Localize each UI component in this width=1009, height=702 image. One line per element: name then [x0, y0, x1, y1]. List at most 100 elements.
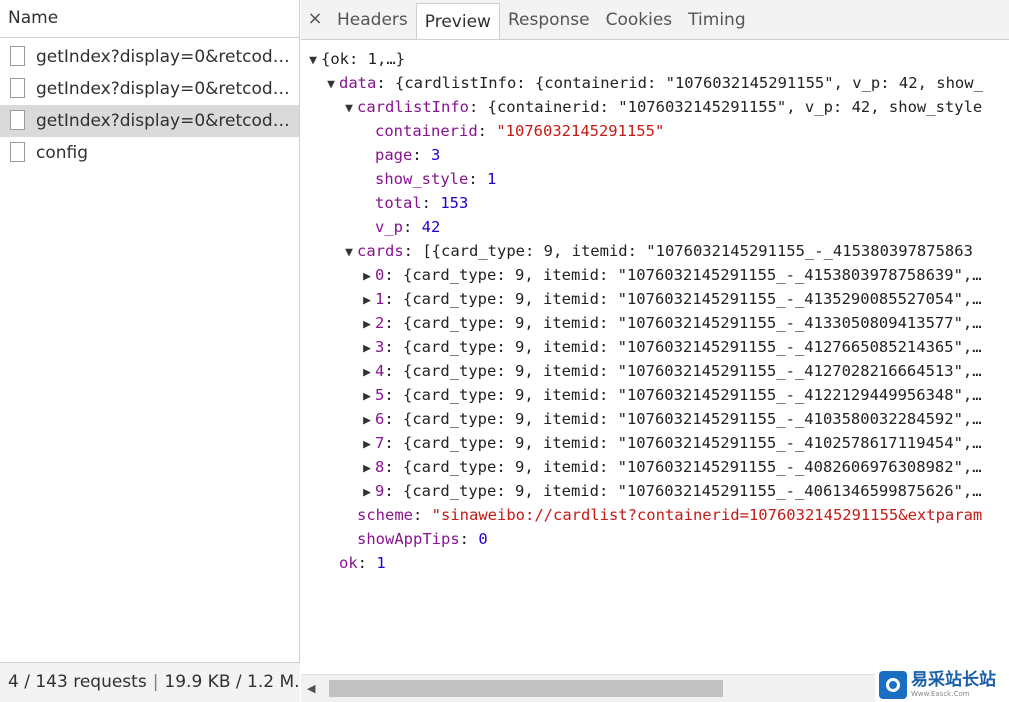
file-icon — [10, 78, 25, 98]
json-text: : — [403, 218, 422, 236]
request-name: getIndex?display=0&retcode=... — [36, 47, 299, 67]
scrollbar-thumb[interactable] — [329, 680, 723, 697]
json-key: containerid — [375, 122, 478, 140]
request-count: 4 / 143 requests — [8, 672, 147, 692]
watermark: 易采站长站 Www.Easck.Com — [875, 668, 1009, 702]
details-tabbar: × Headers Preview Response Cookies Timing — [301, 0, 1009, 40]
json-text: : {card_type: 9, itemid: "10760321452911… — [384, 362, 982, 380]
transfer-size: 19.9 KB / 1.2 M... — [164, 672, 300, 692]
json-preview: ▼ {ok: 1,…} ▼ data: {cardlistInfo: {contain… — [301, 40, 1009, 674]
details-panel: × Headers Preview Response Cookies Timing ▼{… — [301, 0, 1009, 702]
json-key: 9 — [375, 482, 385, 500]
tab-response[interactable]: Response — [500, 0, 598, 39]
json-line[interactable]: ▶ 8: {card_type: 9, itemid: "107603214529… — [301, 455, 1009, 479]
watermark-text: 易采站长站 — [911, 670, 996, 690]
expand-right-icon[interactable]: ▶ — [359, 337, 375, 361]
json-line[interactable]: ▶ 5: {card_type: 9, itemid: "107603214529… — [301, 383, 1009, 407]
json-text: : — [468, 170, 487, 188]
json-key: 8 — [375, 458, 385, 476]
tab-timing[interactable]: Timing — [680, 0, 753, 39]
json-line[interactable]: ▶ 6: {card_type: 9, itemid: "107603214529… — [301, 407, 1009, 431]
json-line[interactable]: ▶ 3: {card_type: 9, itemid: "107603214529… — [301, 335, 1009, 359]
expand-right-icon[interactable]: ▶ — [359, 457, 375, 481]
json-line[interactable]: ▶ 9: {card_type: 9, itemid: "107603214529… — [301, 479, 1009, 503]
json-line[interactable]: ▼ cardlistInfo: {containerid: "1076032145… — [301, 95, 1009, 119]
watermark-logo-icon — [879, 671, 907, 699]
json-line[interactable]: ▶ 7: {card_type: 9, itemid: "107603214529… — [301, 431, 1009, 455]
status-bar: 4 / 143 requests | 19.9 KB / 1.2 M... — [0, 662, 300, 702]
json-line[interactable]: ▼ {ok: 1,…} — [301, 47, 1009, 71]
json-text: {ok: 1,…} — [321, 50, 405, 68]
expand-down-icon[interactable]: ▼ — [341, 97, 357, 121]
request-name: getIndex?display=0&retcode=... — [36, 79, 299, 99]
json-string: "1076032145291155" — [496, 122, 665, 140]
expand-right-icon[interactable]: ▶ — [359, 481, 375, 505]
json-key: cards — [357, 242, 404, 260]
expand-right-icon[interactable]: ▶ — [359, 433, 375, 457]
json-text: : {card_type: 9, itemid: "10760321452911… — [384, 458, 982, 476]
json-line: v_p: 42 — [301, 215, 1009, 239]
json-key: ok — [339, 554, 358, 572]
expand-down-icon[interactable]: ▼ — [323, 73, 339, 97]
json-text: : {card_type: 9, itemid: "10760321452911… — [384, 266, 982, 284]
json-text: : {card_type: 9, itemid: "10760321452911… — [384, 314, 982, 332]
request-row[interactable]: getIndex?display=0&retcode=... — [0, 73, 299, 105]
json-text: : — [477, 122, 497, 140]
json-line[interactable]: ▶ 1: {card_type: 9, itemid: "107603214529… — [301, 287, 1009, 311]
json-key: 5 — [375, 386, 385, 404]
json-line[interactable]: ▶ 0: {card_type: 9, itemid: "107603214529… — [301, 263, 1009, 287]
json-text: : — [421, 194, 441, 212]
scroll-left-arrow-icon[interactable]: ◀ — [307, 682, 315, 695]
json-key: v_p — [375, 218, 403, 236]
json-key: showAppTips — [357, 530, 460, 548]
expand-right-icon[interactable]: ▶ — [359, 385, 375, 409]
json-line[interactable]: ▼ data: {cardlistInfo: {containerid: "107… — [301, 71, 1009, 95]
json-text: : — [413, 506, 432, 524]
json-number: 1 — [376, 554, 386, 572]
expand-down-icon[interactable]: ▼ — [341, 241, 357, 265]
json-text: : {card_type: 9, itemid: "10760321452911… — [384, 482, 982, 500]
json-line: show_style: 1 — [301, 167, 1009, 191]
json-text: : {cardlistInfo: {containerid: "10760321… — [376, 74, 983, 92]
json-line: page: 3 — [301, 143, 1009, 167]
json-key: 3 — [375, 338, 385, 356]
json-key: data — [339, 74, 377, 92]
json-text: : [{card_type: 9, itemid: "1076032145291… — [403, 242, 973, 260]
json-line[interactable]: ▼ cards: [{card_type: 9, itemid: "1076032… — [301, 239, 1009, 263]
json-line: ok: 1 — [301, 551, 1009, 575]
tab-cookies[interactable]: Cookies — [598, 0, 681, 39]
tab-list: Headers Preview Response Cookies Timing — [329, 0, 754, 39]
tab-headers[interactable]: Headers — [329, 0, 416, 39]
request-row[interactable]: getIndex?display=0&retcode=... — [0, 105, 299, 137]
json-key: 1 — [375, 290, 385, 308]
request-name: config — [36, 143, 89, 163]
request-row[interactable]: getIndex?display=0&retcode=... — [0, 41, 299, 73]
json-line[interactable]: ▶ 4: {card_type: 9, itemid: "107603214529… — [301, 359, 1009, 383]
json-line[interactable]: ▶ 2: {card_type: 9, itemid: "107603214529… — [301, 311, 1009, 335]
expand-right-icon[interactable]: ▶ — [359, 409, 375, 433]
json-key: 4 — [375, 362, 385, 380]
request-list: getIndex?display=0&retcode=... getIndex?d… — [0, 38, 299, 169]
tab-preview[interactable]: Preview — [415, 3, 500, 39]
expand-right-icon[interactable]: ▶ — [359, 289, 375, 313]
expand-down-icon[interactable]: ▼ — [305, 49, 321, 73]
expand-right-icon[interactable]: ▶ — [359, 361, 375, 385]
file-icon — [10, 110, 25, 130]
json-text: : {card_type: 9, itemid: "10760321452911… — [384, 338, 982, 356]
name-column-header[interactable]: Name — [0, 0, 299, 38]
expand-right-icon[interactable]: ▶ — [359, 265, 375, 289]
file-icon — [10, 46, 25, 66]
json-text: : {card_type: 9, itemid: "10760321452911… — [384, 434, 982, 452]
json-key: 2 — [375, 314, 385, 332]
close-icon[interactable]: × — [301, 0, 329, 39]
expand-right-icon[interactable]: ▶ — [359, 313, 375, 337]
json-key: 0 — [375, 266, 385, 284]
json-line: containerid: "1076032145291155" — [301, 119, 1009, 143]
json-text: : {card_type: 9, itemid: "10760321452911… — [384, 290, 982, 308]
json-text: : — [412, 146, 431, 164]
json-key: cardlistInfo — [357, 98, 469, 116]
json-number: 42 — [421, 218, 441, 236]
json-line: total: 153 — [301, 191, 1009, 215]
json-line: scheme: "sinaweibo://cardlist?containeri… — [301, 503, 1009, 527]
request-row[interactable]: config — [0, 137, 299, 169]
